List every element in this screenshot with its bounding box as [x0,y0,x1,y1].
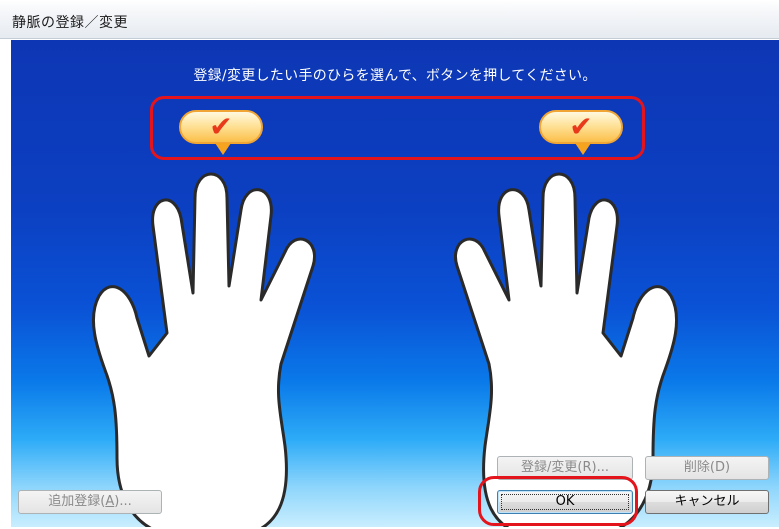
checkmark-icon: ✔ [209,110,233,143]
delete-button[interactable]: 削除(D) [645,456,769,480]
add-registration-button[interactable]: 追加登録(A)... [18,490,162,514]
left-hand-icon[interactable] [89,168,329,527]
registration-dialog: 静脈の登録／変更 登録/変更したい手のひらを選んで、ボタンを押してください。 ✔… [0,0,779,529]
badge-pointer [215,143,231,155]
title-bar: 静脈の登録／変更 [0,0,779,39]
ok-highlight-ring [478,476,638,526]
cancel-button[interactable]: キャンセル [645,490,769,514]
hand-selection-panel: 登録/変更したい手のひらを選んで、ボタンを押してください。 ✔ ✔ [11,40,779,527]
right-hand-check-badge[interactable]: ✔ [539,110,623,155]
checkmark-icon: ✔ [569,110,593,143]
instruction-text: 登録/変更したい手のひらを選んで、ボタンを押してください。 [193,68,597,84]
badge-pointer [575,143,591,155]
left-hand-check-badge[interactable]: ✔ [179,110,263,155]
window-title: 静脈の登録／変更 [12,15,128,31]
